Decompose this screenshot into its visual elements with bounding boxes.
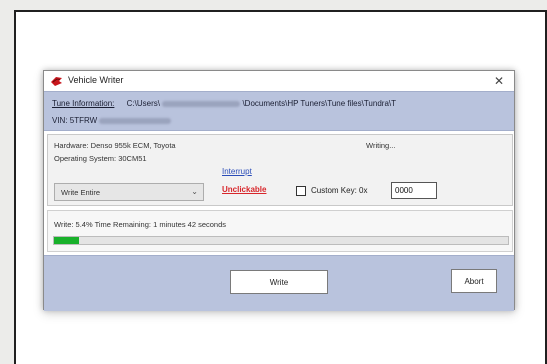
custom-key-input[interactable]	[391, 182, 437, 199]
tune-path-suffix: \Documents\HP Tuners\Tune files\Tundra\T	[242, 99, 396, 108]
hardware-text: Hardware: Denso 955k ECM, Toyota	[54, 141, 176, 150]
custom-key-label: Custom Key: 0x	[311, 186, 368, 195]
title-bar: Vehicle Writer ✕	[44, 71, 514, 91]
vin-label: VIN: 5TFRW	[52, 116, 98, 125]
close-button[interactable]: ✕	[490, 72, 508, 90]
tune-path-prefix: C:\Users\	[126, 99, 160, 108]
tune-info-label: Tune Information:	[52, 99, 115, 108]
redacted-vin	[99, 117, 172, 124]
redacted-username	[162, 100, 241, 107]
write-mode-select[interactable]: Write Entire ⌄	[54, 183, 204, 201]
vin-row: VIN: 5TFRW	[52, 116, 172, 125]
tune-info-panel: Tune Information: C:\Users\ \Documents\H…	[44, 91, 514, 131]
write-button[interactable]: Write	[230, 270, 328, 294]
os-text: Operating System: 30CM51	[54, 154, 147, 163]
custom-key-checkbox[interactable]	[296, 186, 306, 196]
status-text: Writing...	[366, 141, 396, 150]
progress-bar	[53, 236, 509, 245]
progress-text: Write: 5.4% Time Remaining: 1 minutes 42…	[54, 220, 227, 229]
progress-panel: Write: 5.4% Time Remaining: 1 minutes 42…	[47, 210, 513, 252]
write-mode-value: Write Entire	[61, 188, 101, 197]
tune-info-row: Tune Information: C:\Users\ \Documents\H…	[52, 99, 396, 108]
hardware-panel: Hardware: Denso 955k ECM, Toyota Operati…	[47, 134, 513, 206]
dialog-title: Vehicle Writer	[68, 75, 124, 85]
interrupt-link[interactable]: Interrupt	[222, 167, 252, 176]
chevron-down-icon: ⌄	[191, 187, 198, 196]
hp-tuners-logo-icon	[51, 77, 62, 86]
unclickable-link[interactable]: Unclickable	[222, 185, 266, 194]
vehicle-writer-dialog: Vehicle Writer ✕ Tune Information: C:\Us…	[43, 70, 515, 311]
progress-fill	[54, 237, 79, 244]
abort-button[interactable]: Abort	[451, 269, 497, 293]
